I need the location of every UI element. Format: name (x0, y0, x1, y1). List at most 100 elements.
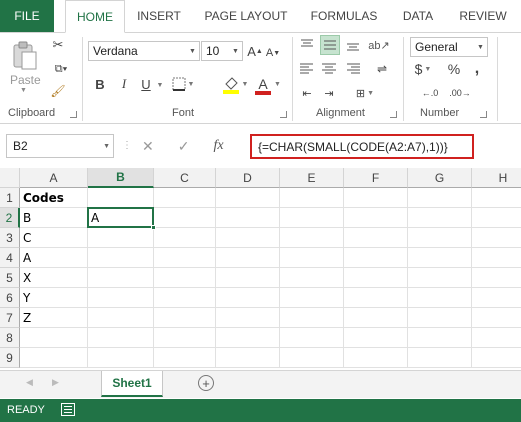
cell-h9[interactable] (472, 348, 521, 368)
row-header-5[interactable]: 5 (0, 268, 20, 288)
cell-d4[interactable] (216, 248, 280, 268)
cell-d2[interactable] (216, 208, 280, 228)
insert-function-icon[interactable]: fx (213, 138, 223, 154)
cell-c4[interactable] (154, 248, 216, 268)
cell-e8[interactable] (280, 328, 344, 348)
column-header-b[interactable]: B (88, 168, 154, 188)
cell-a1[interactable]: Codes (20, 188, 88, 208)
cell-c1[interactable] (154, 188, 216, 208)
font-launcher-icon[interactable] (280, 111, 287, 118)
cell-d6[interactable] (216, 288, 280, 308)
copy-icon[interactable]: ⧉▾ (50, 61, 72, 77)
cell-h8[interactable] (472, 328, 521, 348)
formula-input[interactable]: {=CHAR(SMALL(CODE(A2:A7),1))} (250, 134, 474, 159)
font-color-button[interactable]: A ▼ (254, 73, 282, 95)
enter-icon[interactable]: ✓ (178, 138, 190, 155)
cell-b4[interactable] (88, 248, 154, 268)
cell-f7[interactable] (344, 308, 408, 328)
decrease-decimal-icon[interactable]: .00→ (448, 85, 472, 101)
cell-f3[interactable] (344, 228, 408, 248)
shrink-font-button[interactable]: A ▼ (266, 43, 280, 63)
column-header-c[interactable]: C (154, 168, 216, 188)
cell-e9[interactable] (280, 348, 344, 368)
cell-g6[interactable] (408, 288, 472, 308)
cell-f6[interactable] (344, 288, 408, 308)
cell-e7[interactable] (280, 308, 344, 328)
row-header-4[interactable]: 4 (0, 248, 20, 268)
cell-e5[interactable] (280, 268, 344, 288)
scroll-left-icon[interactable]: ◀ (26, 377, 33, 388)
paste-dropdown-icon[interactable]: ▼ (20, 87, 27, 94)
cell-h3[interactable] (472, 228, 521, 248)
align-bottom-icon[interactable] (344, 37, 362, 53)
tab-page-layout[interactable]: PAGE LAYOUT (198, 0, 294, 32)
cell-d8[interactable] (216, 328, 280, 348)
row-header-3[interactable]: 3 (0, 228, 20, 248)
clipboard-launcher-icon[interactable] (70, 111, 77, 118)
number-launcher-icon[interactable] (480, 111, 487, 118)
fill-color-button[interactable]: ▼ (220, 73, 250, 95)
row-header-6[interactable]: 6 (0, 288, 20, 308)
cell-c5[interactable] (154, 268, 216, 288)
column-header-h[interactable]: H (472, 168, 521, 188)
tab-home[interactable]: HOME (65, 0, 125, 33)
cell-d5[interactable] (216, 268, 280, 288)
cell-e2[interactable] (280, 208, 344, 228)
cell-b6[interactable] (88, 288, 154, 308)
cell-a6[interactable]: Y (20, 288, 88, 308)
cell-f2[interactable] (344, 208, 408, 228)
cell-g7[interactable] (408, 308, 472, 328)
cell-d7[interactable] (216, 308, 280, 328)
cut-icon[interactable]: ✂ (50, 37, 66, 53)
wrap-text-icon[interactable]: ⇌ (372, 61, 392, 77)
cell-f4[interactable] (344, 248, 408, 268)
grow-font-button[interactable]: A ▲ (247, 41, 263, 61)
merge-center-icon[interactable]: ⊞ ▼ (350, 85, 380, 101)
cell-g2[interactable] (408, 208, 472, 228)
column-header-f[interactable]: F (344, 168, 408, 188)
cell-f5[interactable] (344, 268, 408, 288)
borders-button[interactable]: ▼ (170, 75, 196, 93)
column-header-d[interactable]: D (216, 168, 280, 188)
cell-h5[interactable] (472, 268, 521, 288)
row-header-8[interactable]: 8 (0, 328, 20, 348)
cell-b5[interactable] (88, 268, 154, 288)
font-size-select[interactable]: 10 ▼ (201, 41, 243, 61)
currency-button[interactable]: $ ▼ (412, 59, 434, 79)
cell-g5[interactable] (408, 268, 472, 288)
tab-file[interactable]: FILE (0, 0, 54, 32)
fill-handle[interactable] (151, 225, 156, 230)
alignment-launcher-icon[interactable] (390, 111, 397, 118)
align-right-icon[interactable] (344, 61, 362, 77)
row-header-2[interactable]: 2 (0, 208, 20, 228)
name-box[interactable]: B2 ▼ (6, 134, 114, 158)
cell-f8[interactable] (344, 328, 408, 348)
column-header-e[interactable]: E (280, 168, 344, 188)
row-header-9[interactable]: 9 (0, 348, 20, 368)
cell-g1[interactable] (408, 188, 472, 208)
cell-g3[interactable] (408, 228, 472, 248)
cell-a5[interactable]: X (20, 268, 88, 288)
cell-a3[interactable]: C (20, 228, 88, 248)
row-header-7[interactable]: 7 (0, 308, 20, 328)
cancel-icon[interactable]: ✕ (142, 138, 154, 155)
bold-button[interactable]: B (92, 75, 108, 93)
align-left-icon[interactable] (298, 61, 316, 77)
cell-h1[interactable] (472, 188, 521, 208)
cell-c8[interactable] (154, 328, 216, 348)
cell-a4[interactable]: A (20, 248, 88, 268)
cell-g8[interactable] (408, 328, 472, 348)
cell-h6[interactable] (472, 288, 521, 308)
column-header-a[interactable]: A (20, 168, 88, 188)
cell-g9[interactable] (408, 348, 472, 368)
cell-b9[interactable] (88, 348, 154, 368)
cell-c9[interactable] (154, 348, 216, 368)
cell-d9[interactable] (216, 348, 280, 368)
macro-recording-icon[interactable] (61, 403, 75, 416)
increase-decimal-icon[interactable]: ←.0 (418, 85, 442, 101)
cell-e1[interactable] (280, 188, 344, 208)
tab-formulas[interactable]: FORMULAS (302, 0, 386, 32)
increase-indent-icon[interactable]: ⇥ (320, 85, 338, 101)
align-center-icon[interactable] (320, 61, 338, 77)
cell-h4[interactable] (472, 248, 521, 268)
